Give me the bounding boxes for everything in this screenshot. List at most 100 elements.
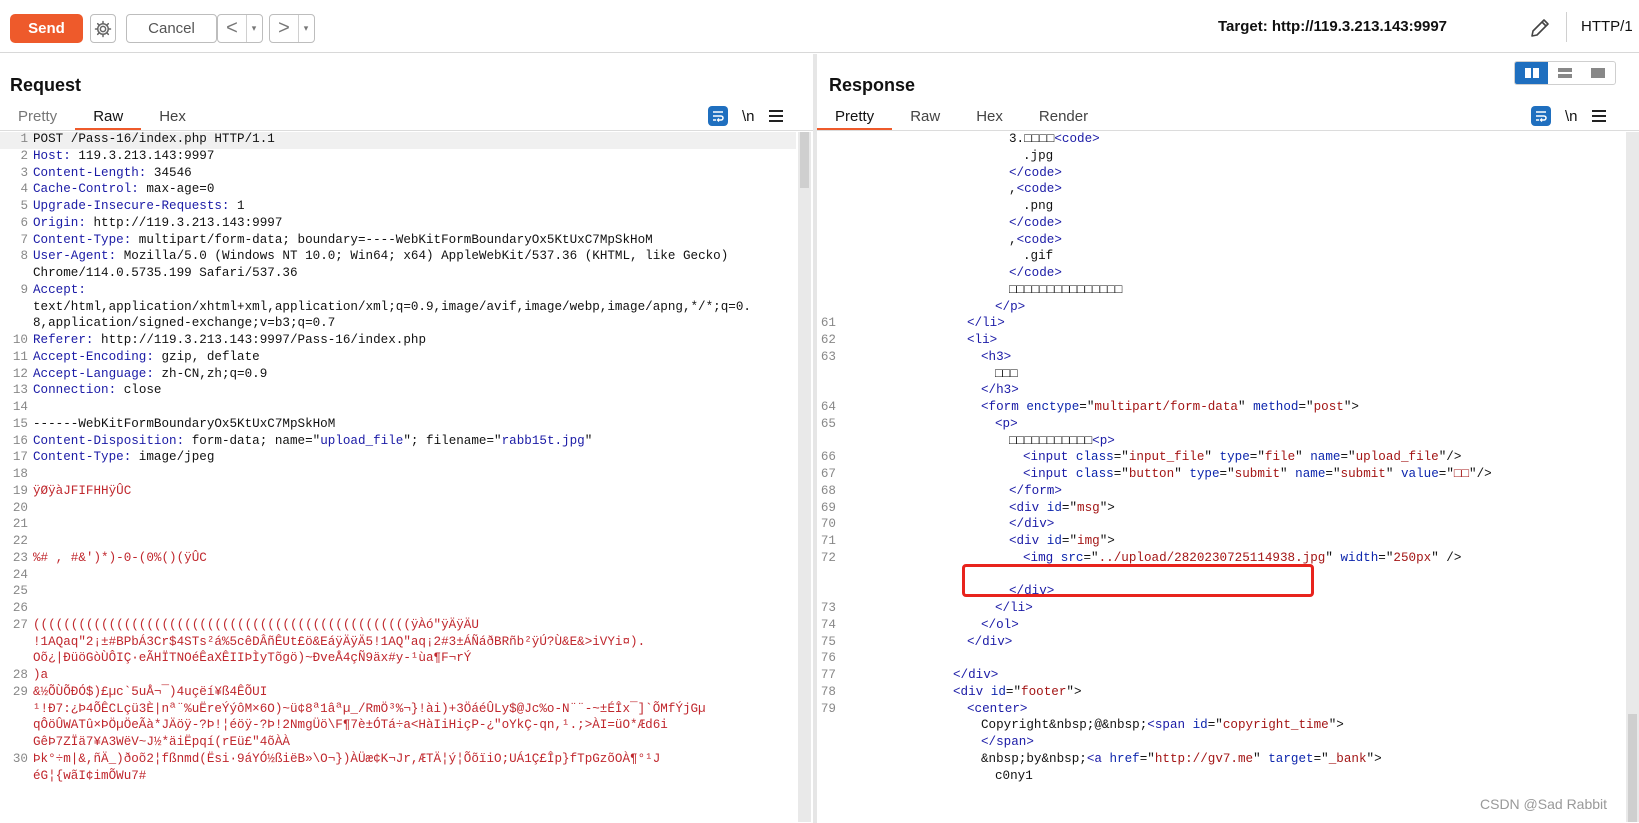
line-number: 62 <box>820 333 836 347</box>
code-token: http://119.3.213.143:9997/Pass-16/index.… <box>93 333 426 347</box>
response-tab-hex[interactable]: Hex <box>958 104 1021 128</box>
line-number: 11 <box>12 349 28 364</box>
code-token: max-age=0 <box>138 182 215 197</box>
code-token: type <box>1189 467 1220 481</box>
code-token: width <box>1340 550 1379 565</box>
code-line: ,<code> <box>1009 182 1062 196</box>
protocol-label[interactable]: HTTP/1 <box>1581 18 1633 35</box>
newline-toggle-icon[interactable]: \n <box>742 108 755 125</box>
forward-dropdown-icon[interactable]: ▾ <box>299 15 313 42</box>
line-number: 14 <box>12 400 28 414</box>
code-token: =" <box>1219 467 1235 481</box>
line-number: 23 <box>12 550 28 565</box>
response-tab-rule <box>817 130 1639 131</box>
code-line: text/html,application/xhtml+xml,applicat… <box>33 300 751 314</box>
code-token: Content-Length: <box>33 165 147 180</box>
code-token: <form <box>981 400 1027 414</box>
code-line: <img src="../upload/2820230725114938.jpg… <box>1023 551 1461 565</box>
menu-icon[interactable] <box>1591 110 1606 122</box>
code-line: Content-Length: 34546 <box>33 166 192 180</box>
request-editor[interactable]: 1 POST /Pass-16/index.php HTTP/1.1 2 Host: … <box>0 132 796 822</box>
code-token: Content-Type: <box>33 232 132 247</box>
code-token: class <box>1075 467 1114 481</box>
cancel-button[interactable]: Cancel <box>126 14 217 43</box>
code-token: " <box>1237 400 1254 414</box>
settings-gear-button[interactable] <box>90 14 116 43</box>
code-token: " <box>1295 450 1311 465</box>
newline-toggle-icon[interactable]: \n <box>1565 108 1578 125</box>
line-number: 3 <box>20 165 28 180</box>
code-line: 8,application/signed-exchange;v=b3;q=0.7 <box>33 316 335 330</box>
code-token: image/jpeg <box>131 450 215 465</box>
code-token: □□□□□□□□□□□□□□□ <box>1009 282 1123 297</box>
request-tab-raw[interactable]: Raw <box>75 104 142 130</box>
back-arrow-icon[interactable]: < <box>218 15 247 42</box>
line-number: 7 <box>20 232 28 247</box>
response-scrollbar[interactable] <box>1626 132 1639 822</box>
request-tab-pretty[interactable]: Pretty <box>0 104 75 128</box>
code-token: =" <box>1113 450 1129 465</box>
wrap-lines-icon[interactable] <box>708 106 728 126</box>
line-number: 8 <box>20 249 28 264</box>
code-token: &½ÕÙÕÐÓ$)£µc`5uÅ¬¯)4uçëí¥ß4ÊÕUI <box>33 684 268 699</box>
code-token: =" <box>1378 550 1394 565</box>
code-token: id <box>1046 500 1062 515</box>
code-token: " /> <box>1431 550 1462 565</box>
forward-arrow-icon[interactable]: > <box>270 15 299 42</box>
request-tabs: Pretty Raw Hex <box>0 104 204 130</box>
code-token: <div <box>1009 534 1047 548</box>
wrap-lines-icon[interactable] <box>1531 106 1551 126</box>
top-toolbar: Send Cancel < ▾ > ▾ Target: http://119.3… <box>0 0 1639 53</box>
code-line: Referer: http://119.3.213.143:9997/Pass-… <box>33 333 426 347</box>
code-token: rabb15t.jpg <box>501 433 585 448</box>
response-editor[interactable]: 3.□□□□<code> .jpg </code> ,<code> .png </code… <box>817 132 1627 822</box>
response-tab-raw[interactable]: Raw <box>892 104 958 128</box>
layout-single-icon[interactable] <box>1582 62 1615 84</box>
request-tab-hex[interactable]: Hex <box>141 104 204 128</box>
code-token: =" <box>1325 467 1341 481</box>
code-token: 3.□□□□ <box>1009 132 1055 146</box>
menu-icon[interactable] <box>768 110 783 122</box>
response-scrollbar-thumb[interactable] <box>1628 714 1637 822</box>
request-scrollbar[interactable] <box>798 132 811 822</box>
code-token: id <box>1046 534 1062 548</box>
layout-side-by-side-icon[interactable] <box>1515 62 1549 84</box>
code-line: </span> <box>981 735 1034 749</box>
code-line: Accept: <box>33 283 86 297</box>
code-line: Cache-Control: max-age=0 <box>33 182 214 196</box>
code-line: <div id="img"> <box>1009 534 1115 548</box>
code-line: !1AQaq"2¡±#BPbÁ3Cr$4STs²á%5cêDÂñÊUt£ö&Eá… <box>33 635 645 649</box>
line-number: 6 <box>20 215 28 230</box>
code-line: <center> <box>967 702 1027 716</box>
request-tab-rule <box>0 130 813 131</box>
code-token: =" <box>1207 718 1223 733</box>
response-tab-pretty[interactable]: Pretty <box>817 104 893 130</box>
code-line: </h3> <box>981 383 1019 397</box>
line-number: 22 <box>12 534 28 548</box>
code-token: 119.3.213.143:9997 <box>70 148 215 163</box>
line-number: 61 <box>820 316 836 331</box>
line-number: 9 <box>20 282 28 297</box>
edit-pencil-icon[interactable] <box>1528 16 1552 40</box>
line-number: 24 <box>12 567 28 582</box>
code-line: .png <box>1023 199 1053 213</box>
code-token: Oõ¿|ÐüöGòÙÔIÇ·eÃHÏTNOéÊaXÊIIÞÌyTõgö)~Ðve… <box>33 651 472 666</box>
response-tab-render[interactable]: Render <box>1021 104 1106 128</box>
layout-stacked-icon[interactable] <box>1548 62 1581 84</box>
request-scrollbar-thumb[interactable] <box>800 132 809 188</box>
code-token: value <box>1401 467 1439 481</box>
code-token: submit <box>1234 467 1281 481</box>
code-token: c0ny1 <box>995 768 1033 783</box>
code-line: <li> <box>967 333 997 347</box>
line-number: 79 <box>820 701 836 716</box>
code-token: )a <box>33 668 49 682</box>
line-number: 30 <box>12 751 28 766</box>
send-button[interactable]: Send <box>10 14 83 43</box>
line-number: 20 <box>12 500 28 515</box>
code-token: </li> <box>995 601 1033 615</box>
back-dropdown-icon[interactable]: ▾ <box>247 15 261 42</box>
code-line: &nbsp;by&nbsp;<a href="http://gv7.me" ta… <box>981 752 1382 766</box>
code-token: Referer: <box>33 333 94 347</box>
line-number: 66 <box>820 450 836 465</box>
code-token: Accept: <box>33 282 86 297</box>
